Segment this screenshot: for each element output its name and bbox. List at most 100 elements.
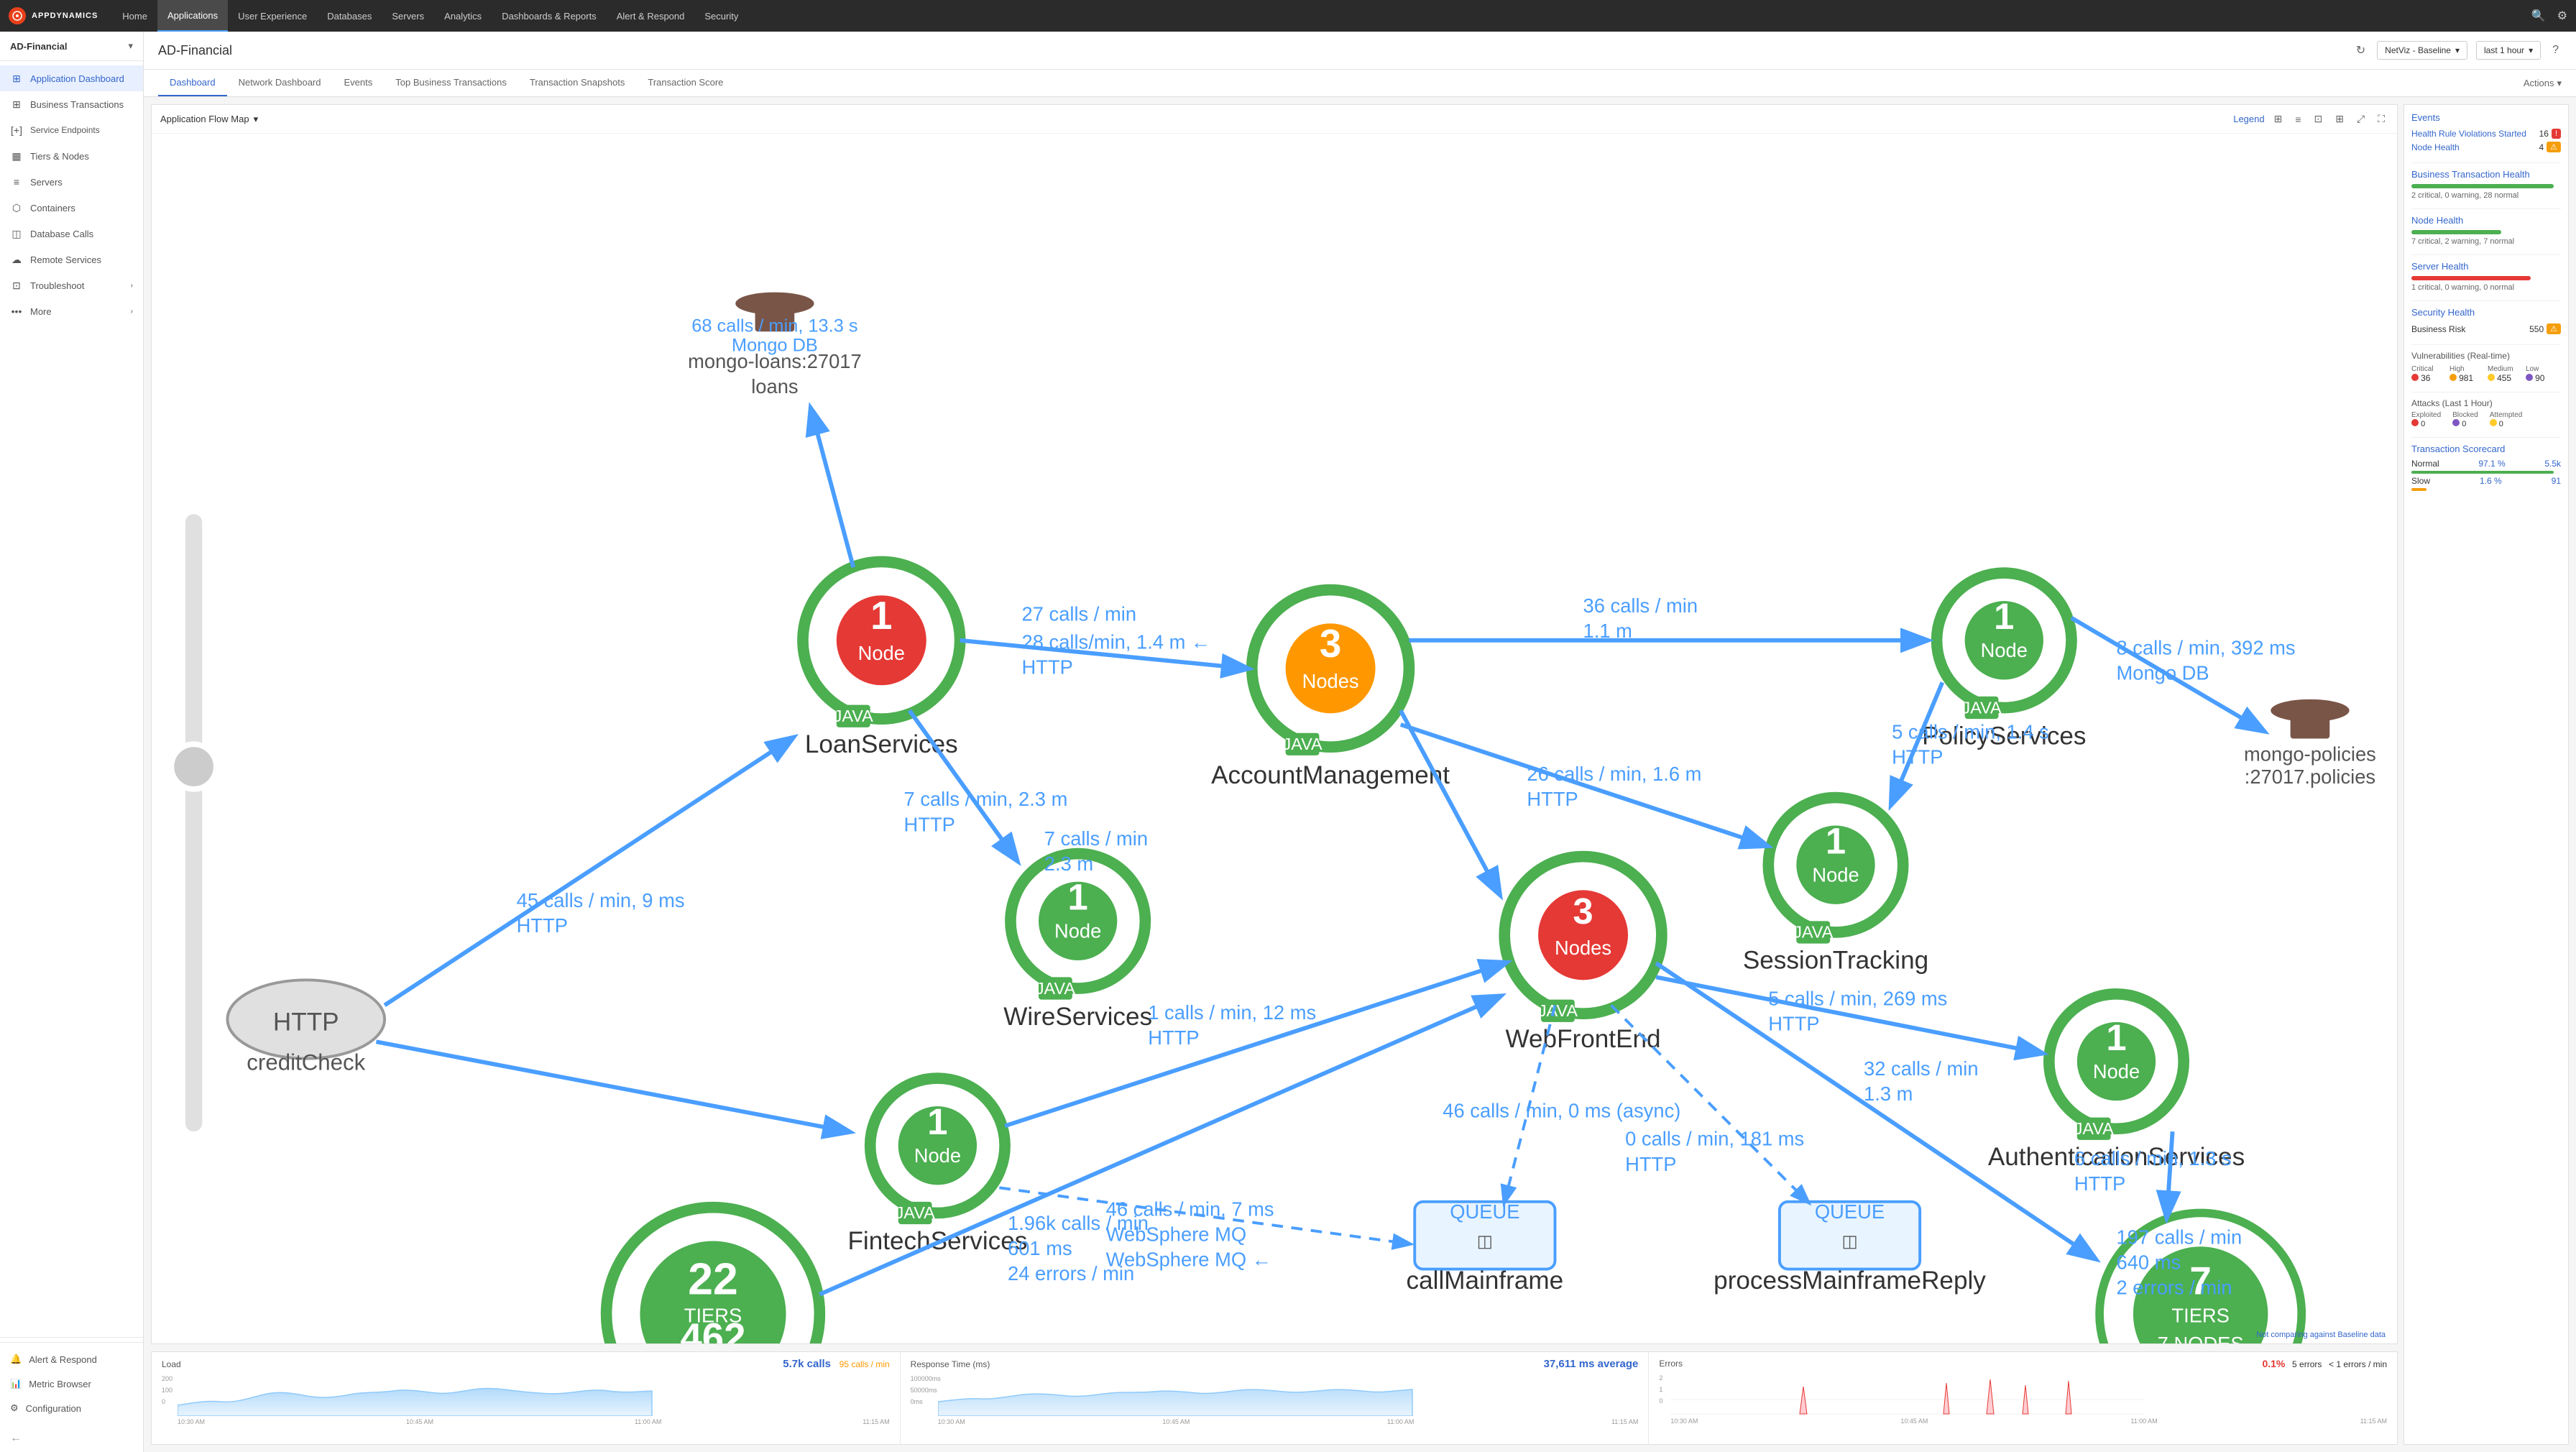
svg-text:JAVA: JAVA bbox=[1793, 923, 1833, 942]
svg-text:JAVA: JAVA bbox=[2074, 1119, 2114, 1138]
map-zoom-fit[interactable]: ⊡ bbox=[2311, 111, 2327, 127]
sidebar-item-configuration[interactable]: ⚙ Configuration bbox=[0, 1396, 143, 1420]
tc-normal-label: Normal bbox=[2411, 459, 2439, 469]
refresh-button[interactable]: ↻ bbox=[2353, 40, 2368, 60]
sidebar-item-metric-browser[interactable]: 📊 Metric Browser bbox=[0, 1371, 143, 1396]
app-logo[interactable]: APPDYNAMICS bbox=[9, 7, 98, 24]
nav-user-experience[interactable]: User Experience bbox=[228, 0, 317, 32]
svg-text:68 calls / min, 13.3 s: 68 calls / min, 13.3 s bbox=[691, 316, 857, 336]
svg-text:HTTP: HTTP bbox=[1768, 1013, 1819, 1035]
flow-map-dropdown-icon: ▾ bbox=[254, 114, 259, 125]
search-icon[interactable]: 🔍 bbox=[2531, 9, 2546, 23]
tab-events[interactable]: Events bbox=[333, 70, 385, 96]
containers-icon: ⬡ bbox=[10, 201, 23, 214]
svg-text:Nodes: Nodes bbox=[1302, 670, 1359, 692]
sidebar-item-servers[interactable]: ≡ Servers bbox=[0, 169, 143, 195]
sidebar-dropdown-icon[interactable]: ▾ bbox=[128, 40, 133, 52]
sidebar-item-containers[interactable]: ⬡ Containers bbox=[0, 195, 143, 221]
svg-text:1 calls / min, 12 ms: 1 calls / min, 12 ms bbox=[1148, 1001, 1316, 1024]
exploited-label: Exploited bbox=[2411, 411, 2441, 419]
node-health-bar bbox=[2411, 230, 2501, 234]
svg-text:1: 1 bbox=[1826, 821, 1846, 862]
svg-text:WebSphere MQ ←: WebSphere MQ ← bbox=[1106, 1249, 1271, 1271]
sidebar-item-label: Application Dashboard bbox=[30, 73, 124, 84]
config-icon: ⚙ bbox=[10, 1402, 19, 1414]
load-title: Load bbox=[162, 1359, 181, 1369]
tiers-icon: ▦ bbox=[10, 150, 23, 162]
svg-text:46 calls / min, 0 ms (async): 46 calls / min, 0 ms (async) bbox=[1443, 1100, 1680, 1122]
sidebar-app-name: AD-Financial bbox=[10, 41, 67, 52]
page-header: AD-Financial ↻ NetViz - Baseline ▾ last … bbox=[144, 32, 2576, 70]
legend-button[interactable]: Legend bbox=[2233, 114, 2264, 124]
sidebar-item-tiers-nodes[interactable]: ▦ Tiers & Nodes bbox=[0, 143, 143, 169]
vuln-medium-dot bbox=[2488, 374, 2495, 381]
time-selector[interactable]: last 1 hour ▾ bbox=[2476, 41, 2541, 60]
map-view-toggle-2[interactable]: ≡ bbox=[2291, 111, 2304, 127]
svg-text:SessionTracking: SessionTracking bbox=[1743, 947, 1928, 975]
svg-text:2 errors / min: 2 errors / min bbox=[2117, 1277, 2232, 1299]
svg-text:HTTP: HTTP bbox=[1892, 746, 1943, 768]
tc-slow-label: Slow bbox=[2411, 476, 2430, 486]
sidebar-item-application-dashboard[interactable]: ⊞ Application Dashboard bbox=[0, 65, 143, 91]
tc-normal-bar bbox=[2411, 471, 2554, 474]
tab-transaction-score[interactable]: Transaction Score bbox=[636, 70, 735, 96]
svg-text::27017.policies: :27017.policies bbox=[2245, 766, 2375, 788]
help-button[interactable]: ? bbox=[2549, 41, 2562, 60]
map-fullscreen[interactable]: ⛶ bbox=[2374, 111, 2388, 127]
remote-icon: ☁ bbox=[10, 253, 23, 266]
nav-home[interactable]: Home bbox=[112, 0, 157, 32]
sidebar-item-label: Alert & Respond bbox=[29, 1354, 97, 1365]
attempted-dot bbox=[2490, 419, 2497, 426]
map-grid-view[interactable]: ⊞ bbox=[2332, 111, 2347, 127]
vulns-title: Vulnerabilities (Real-time) bbox=[2411, 351, 2561, 361]
sidebar-item-troubleshoot[interactable]: ⊡ Troubleshoot › bbox=[0, 272, 143, 298]
blocked-value: 0 bbox=[2462, 420, 2466, 428]
sidebar-item-alert-respond[interactable]: 🔔 Alert & Respond bbox=[0, 1347, 143, 1371]
svg-text:5 calls / min, 1.4 s: 5 calls / min, 1.4 s bbox=[1892, 721, 2049, 743]
sidebar-item-more[interactable]: ••• More › bbox=[0, 298, 143, 324]
sidebar-item-business-transactions[interactable]: ⊞ Business Transactions bbox=[0, 91, 143, 117]
tab-top-business-transactions[interactable]: Top Business Transactions bbox=[384, 70, 518, 96]
nav-security[interactable]: Security bbox=[694, 0, 748, 32]
main-panels: Application Flow Map ▾ Legend ⊞ ≡ ⊡ ⊞ ⤢ … bbox=[144, 97, 2576, 1452]
time-dropdown-icon: ▾ bbox=[2529, 45, 2533, 55]
sidebar-item-database-calls[interactable]: ◫ Database Calls bbox=[0, 221, 143, 247]
hr-violations-label[interactable]: Health Rule Violations Started bbox=[2411, 129, 2526, 139]
sidebar-item-service-endpoints[interactable]: [+] Service Endpoints bbox=[0, 117, 143, 143]
bt-health-desc: 2 critical, 0 warning, 28 normal bbox=[2411, 191, 2561, 200]
vulnerabilities-section: Vulnerabilities (Real-time) Critical 36 … bbox=[2411, 351, 2561, 383]
response-time-panel: Response Time (ms) 37,611 ms average 100… bbox=[901, 1352, 1650, 1444]
svg-text:HTTP: HTTP bbox=[1022, 656, 1073, 679]
attempted-label: Attempted bbox=[2490, 411, 2523, 419]
svg-text:462: 462 bbox=[680, 1315, 745, 1343]
nav-alert[interactable]: Alert & Respond bbox=[607, 0, 695, 32]
server-health-title: Server Health bbox=[2411, 261, 2561, 272]
map-expand[interactable]: ⤢ bbox=[2353, 111, 2368, 127]
sidebar-item-label: Troubleshoot bbox=[30, 280, 84, 291]
actions-button[interactable]: Actions ▾ bbox=[2524, 78, 2562, 89]
flow-map-title-button[interactable]: Application Flow Map ▾ bbox=[160, 114, 258, 125]
vuln-grid: Critical 36 High 981 Medium 455 Low bbox=[2411, 365, 2561, 383]
tab-transaction-snapshots[interactable]: Transaction Snapshots bbox=[518, 70, 636, 96]
tab-dashboard[interactable]: Dashboard bbox=[158, 70, 227, 96]
netviz-selector[interactable]: NetViz - Baseline ▾ bbox=[2377, 41, 2467, 60]
nav-dashboards[interactable]: Dashboards & Reports bbox=[492, 0, 607, 32]
sidebar-item-remote-services[interactable]: ☁ Remote Services bbox=[0, 247, 143, 272]
security-health-section: Security Health Business Risk 550 ⚠ bbox=[2411, 307, 2561, 336]
tab-network-dashboard[interactable]: Network Dashboard bbox=[227, 70, 333, 96]
settings-icon[interactable]: ⚙ bbox=[2557, 9, 2567, 23]
nav-databases[interactable]: Databases bbox=[317, 0, 382, 32]
sidebar-items: ⊞ Application Dashboard ⊞ Business Trans… bbox=[0, 61, 143, 1333]
flow-map-svg[interactable]: HTTP creditCheck mongo-loans:27017 loans… bbox=[152, 134, 2397, 1343]
map-view-toggle-1[interactable]: ⊞ bbox=[2271, 111, 2286, 127]
nav-applications[interactable]: Applications bbox=[157, 0, 228, 32]
tc-slow-bar bbox=[2411, 488, 2426, 491]
svg-text:1: 1 bbox=[927, 1101, 947, 1142]
flow-map-title-text: Application Flow Map bbox=[160, 114, 249, 124]
nav-analytics[interactable]: Analytics bbox=[434, 0, 492, 32]
servers-icon: ≡ bbox=[10, 175, 23, 188]
sidebar-collapse-button[interactable]: ← bbox=[0, 1425, 143, 1452]
load-chart-svg bbox=[178, 1373, 890, 1416]
nav-servers[interactable]: Servers bbox=[382, 0, 434, 32]
node-health-events-label[interactable]: Node Health bbox=[2411, 142, 2460, 152]
